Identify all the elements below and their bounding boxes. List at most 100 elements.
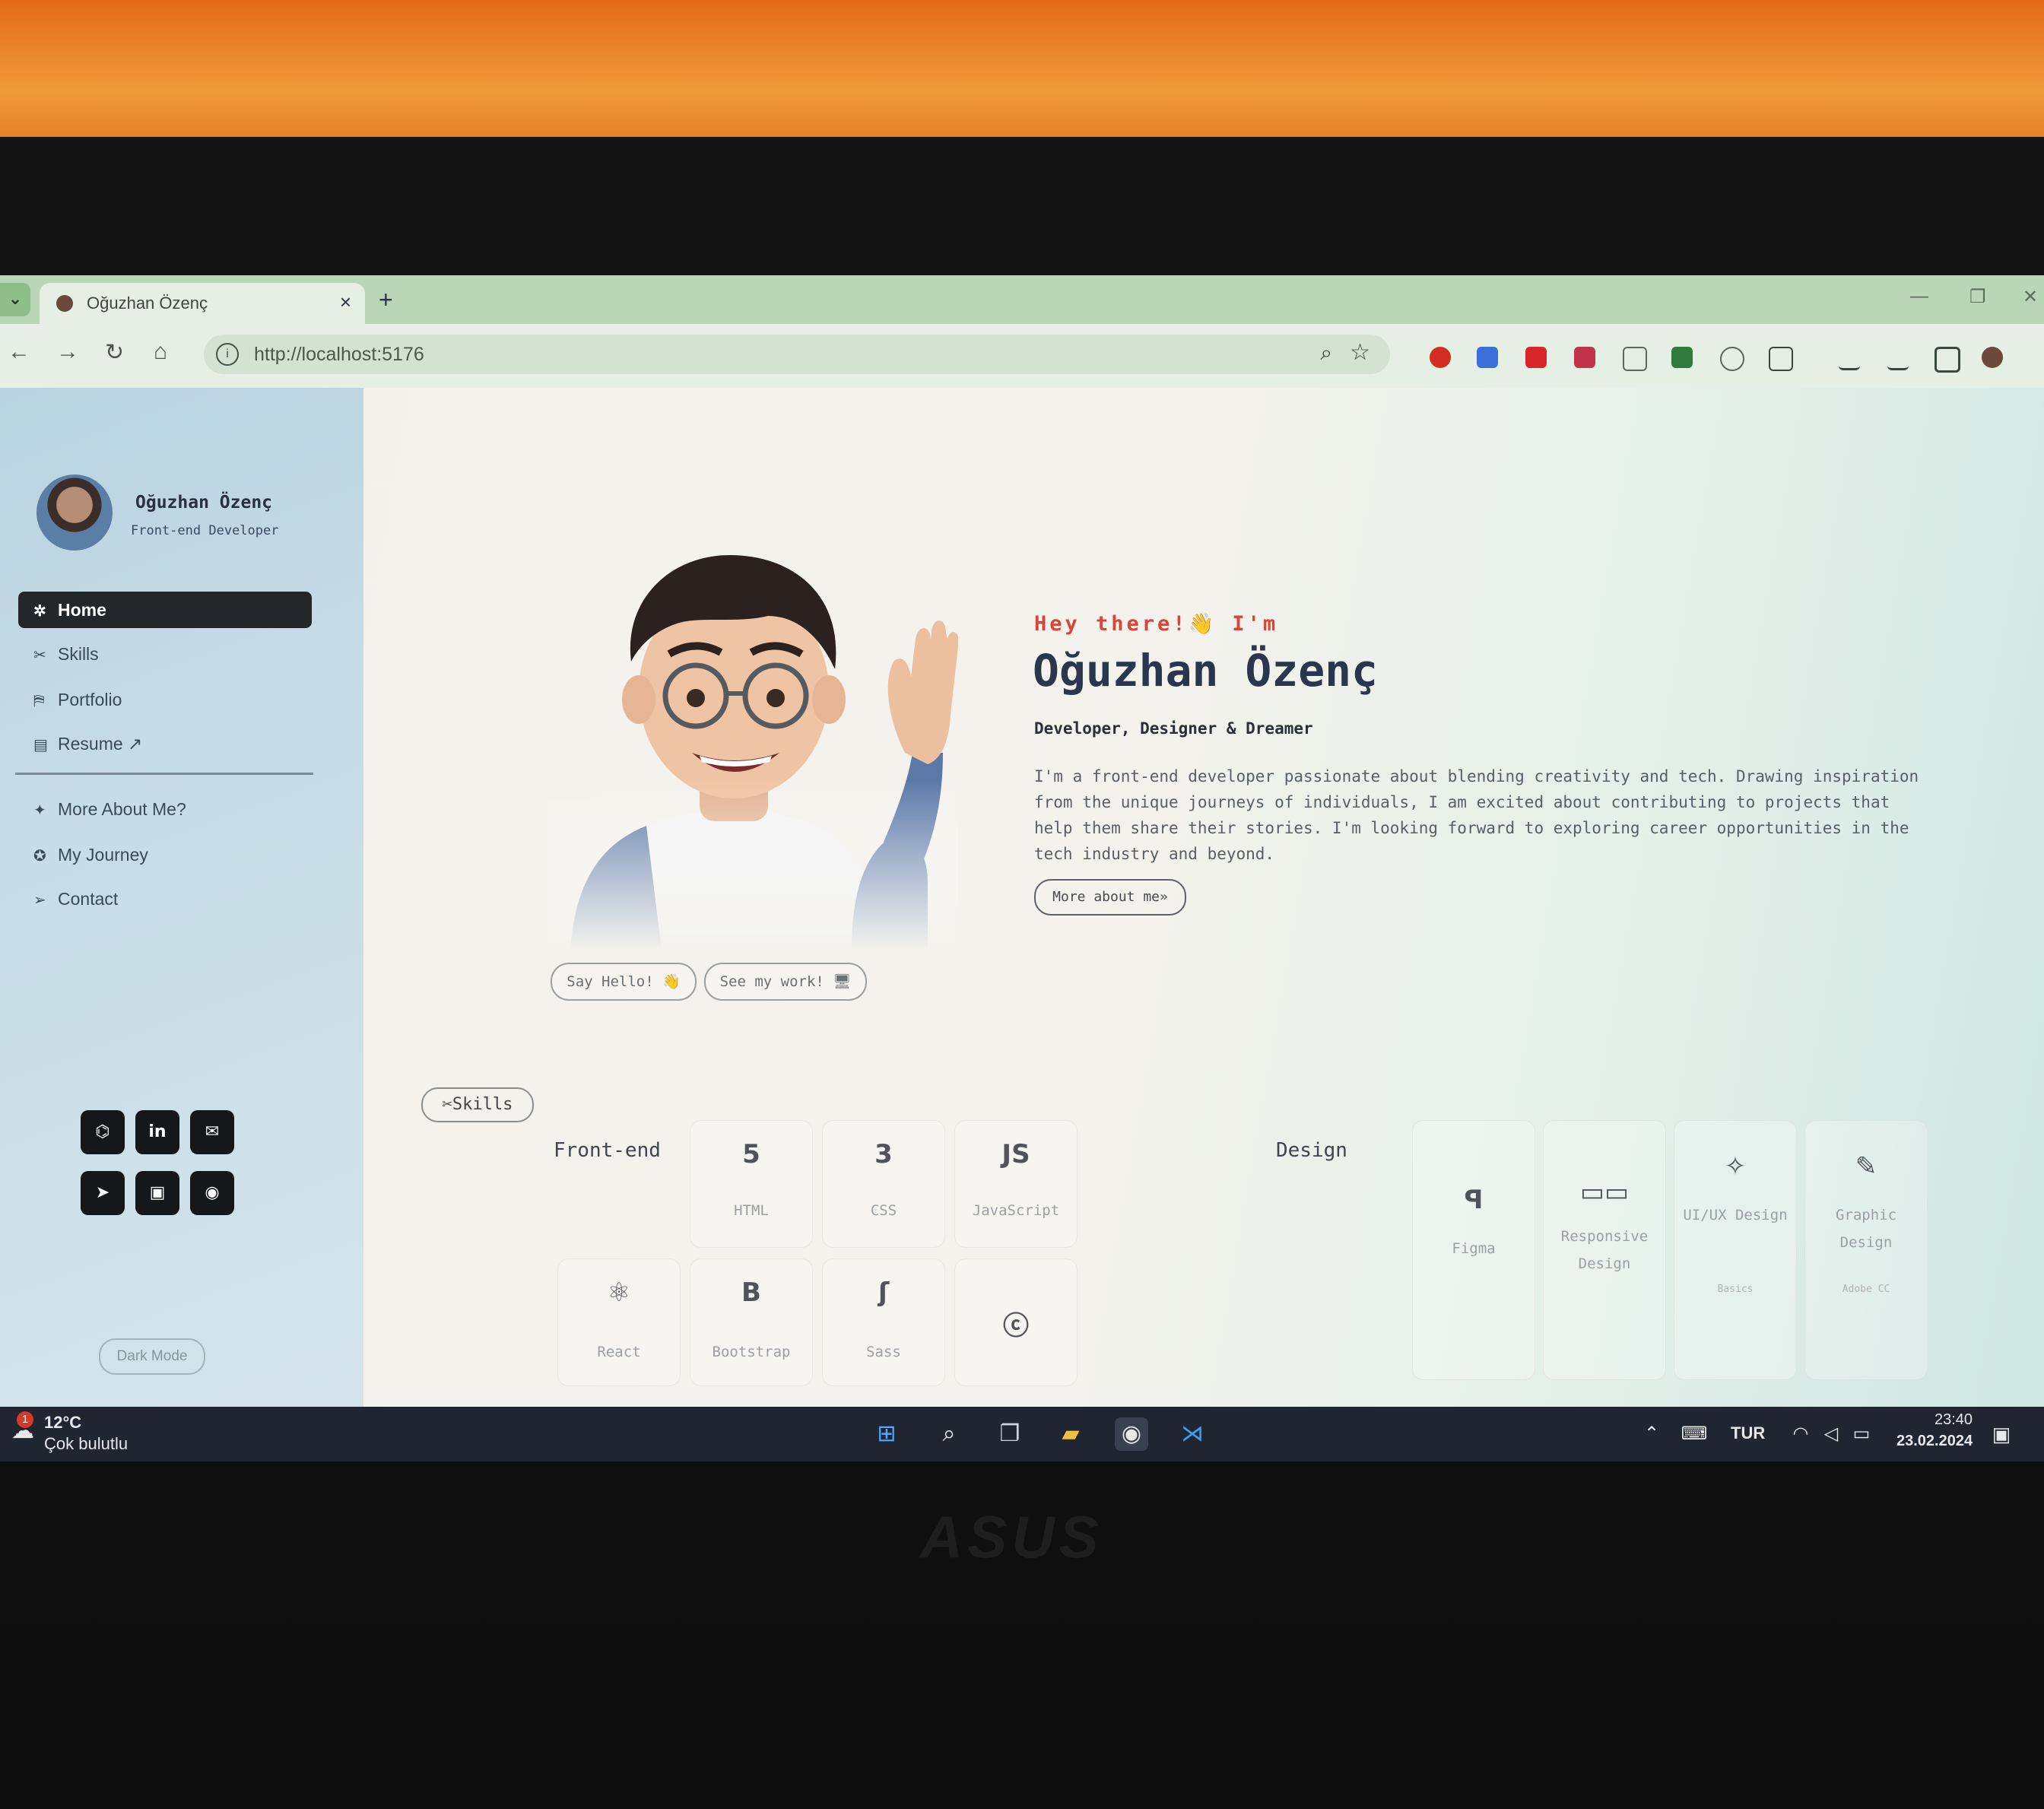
compass-icon: ✪	[33, 848, 46, 865]
laptop-screen: ⌄ Oğuzhan Özenç × + — ❐ ✕ ← → ↻ ⌂ i http…	[0, 275, 2044, 1461]
clock-date[interactable]: 23.02.2024	[1896, 1433, 1973, 1450]
nav-item-contact[interactable]: ➢ Contact	[18, 881, 312, 917]
tab-search-button[interactable]: ⌄	[0, 283, 30, 316]
skill-card-graphic-design[interactable]: ✎ Graphic Design Adobe CC	[1805, 1121, 1927, 1379]
react-icon: ⚛	[607, 1277, 631, 1308]
windows-start-icon[interactable]: ⊞	[870, 1417, 903, 1451]
tools-icon: ✂	[33, 647, 46, 664]
figma-icon: ꟼ	[1464, 1185, 1484, 1215]
opera-extension-icon[interactable]	[1430, 347, 1451, 368]
nav-item-home[interactable]: ✲ Home	[18, 592, 312, 628]
nav-item-resume[interactable]: ▤ Resume ↗	[18, 725, 312, 762]
skill-card-bootstrap[interactable]: B Bootstrap	[690, 1259, 812, 1385]
profile-role: Front-end Developer	[131, 523, 279, 538]
bookmark-star-icon[interactable]: ☆	[1350, 339, 1370, 366]
dark-mode-toggle[interactable]: Dark Mode	[99, 1338, 205, 1375]
design-title: Design	[1276, 1139, 1347, 1162]
tab-close-icon[interactable]: ×	[340, 290, 351, 314]
screenshot-extension-icon[interactable]	[1574, 347, 1595, 368]
skill-card-ui-ux-design[interactable]: ✧ UI/UX Design Basics	[1674, 1121, 1796, 1379]
nav-item-my-journey[interactable]: ✪ My Journey	[18, 836, 312, 873]
circle-extension-icon[interactable]	[1720, 347, 1744, 371]
skill-card-figma[interactable]: ꟼ Figma	[1413, 1121, 1535, 1379]
chat-icon[interactable]: ◉	[190, 1171, 234, 1215]
nav-item-skills[interactable]: ✂ Skills	[18, 636, 312, 672]
css3-icon: 3	[874, 1139, 893, 1170]
document-icon: ▤	[33, 737, 48, 754]
laptop-brand-logo: ASUS	[920, 1503, 1103, 1570]
nav-item-portfolio[interactable]: ⛿ Portfolio	[18, 681, 312, 718]
file-icon[interactable]: ▣	[135, 1171, 179, 1215]
site-info-icon[interactable]: i	[216, 343, 239, 366]
nav-item-more-about-me[interactable]: ✦ More About Me?	[18, 791, 312, 827]
browser-toolbar: ← → ↻ ⌂ i http://localhost:5176 ⌕ ☆	[0, 324, 2044, 388]
camera-extension-icon[interactable]	[1623, 347, 1647, 371]
skill-card-extra[interactable]: ⓒ	[955, 1259, 1077, 1385]
frontend-title: Front-end	[554, 1139, 661, 1162]
download-icon[interactable]	[1887, 347, 1909, 370]
weather-alert-badge: 1	[17, 1411, 33, 1428]
home-icon[interactable]: ⌂	[154, 339, 167, 365]
task-view-icon[interactable]: ❐	[993, 1417, 1027, 1451]
battery-icon[interactable]: ▭	[1845, 1417, 1878, 1451]
telegram-icon[interactable]: ➤	[81, 1171, 125, 1215]
html5-icon: 5	[742, 1139, 760, 1170]
restore-icon[interactable]: ❐	[1969, 286, 1986, 308]
person-icon: ✦	[33, 802, 46, 819]
browser-tab[interactable]: Oğuzhan Özenç ×	[40, 283, 365, 324]
send-icon: ➢	[33, 892, 46, 909]
background-wall	[0, 0, 2044, 152]
sidebar: Oğuzhan Özenç Front-end Developer ✲ Home …	[0, 388, 363, 1407]
minimize-icon[interactable]: —	[1910, 286, 1928, 307]
search-icon[interactable]: ⌕	[932, 1417, 966, 1451]
hero-greeting: Hey there!👋 I'm	[1034, 612, 1279, 636]
linkedin-icon[interactable]: in	[135, 1110, 179, 1154]
sass-icon: ʃ	[878, 1277, 890, 1308]
youtube-extension-icon[interactable]	[1525, 347, 1547, 368]
clock-time[interactable]: 23:40	[1934, 1411, 1973, 1429]
forward-icon[interactable]: →	[56, 339, 79, 365]
browser-tab-bar: ⌄ Oğuzhan Özenç × + — ❐ ✕	[0, 275, 2044, 324]
green-extension-icon[interactable]	[1671, 347, 1693, 368]
wifi-icon[interactable]: ◠	[1784, 1417, 1817, 1451]
close-window-icon[interactable]: ✕	[2023, 286, 2038, 308]
redux-icon: ⓒ	[1003, 1311, 1029, 1341]
bootstrap-icon: B	[741, 1277, 761, 1308]
tab-favicon-icon	[56, 295, 73, 312]
skill-card-responsive-design[interactable]: ▭▭ Responsive Design	[1544, 1121, 1665, 1379]
back-icon[interactable]: ←	[8, 339, 30, 365]
keyboard-icon[interactable]: ⌨	[1677, 1417, 1711, 1451]
profile-name: Oğuzhan Özenç	[135, 493, 273, 513]
skill-card-html[interactable]: 5 HTML	[690, 1121, 812, 1247]
language-indicator[interactable]: TUR	[1731, 1423, 1765, 1443]
javascript-icon: JS	[1001, 1139, 1030, 1170]
github-icon[interactable]: ⌬	[81, 1110, 125, 1154]
profile-avatar	[36, 474, 113, 551]
hero-tagline: Developer, Designer & Dreamer	[1034, 719, 1313, 738]
say-hello-button[interactable]: Say Hello! 👋	[551, 963, 697, 1001]
notification-icon[interactable]: ▣	[1985, 1417, 2018, 1451]
reading-list-icon[interactable]	[1839, 347, 1860, 370]
side-panel-icon[interactable]	[1934, 347, 1960, 373]
address-bar[interactable]: i http://localhost:5176 ⌕ ☆	[204, 335, 1390, 374]
new-tab-button[interactable]: +	[379, 286, 393, 314]
sparkle-icon: ✲	[33, 603, 46, 620]
vscode-icon[interactable]: ⋊	[1176, 1417, 1209, 1451]
profile-avatar-icon[interactable]	[1982, 347, 2003, 368]
portfolio-page: Oğuzhan Özenç Front-end Developer ✲ Home …	[0, 388, 2044, 1407]
mail-icon[interactable]: ✉	[190, 1110, 234, 1154]
zoom-icon[interactable]: ⌕	[1320, 341, 1332, 366]
skill-card-css[interactable]: 3 CSS	[823, 1121, 944, 1247]
puzzle-extensions-icon[interactable]	[1769, 347, 1793, 371]
translate-extension-icon[interactable]	[1477, 347, 1498, 368]
skill-card-javascript[interactable]: JS JavaScript	[955, 1121, 1077, 1247]
reload-icon[interactable]: ↻	[105, 339, 124, 366]
chrome-icon[interactable]: ◉	[1115, 1417, 1148, 1451]
more-about-me-button[interactable]: More about me»	[1034, 879, 1186, 916]
chevron-up-icon[interactable]: ⌃	[1635, 1417, 1668, 1451]
skill-card-sass[interactable]: ʃ Sass	[823, 1259, 944, 1385]
see-my-work-button[interactable]: See my work! 🖥	[704, 963, 867, 1001]
skill-card-react[interactable]: ⚛ React	[558, 1259, 680, 1385]
file-explorer-icon[interactable]: ▰	[1054, 1417, 1087, 1451]
volume-icon[interactable]: ◁	[1814, 1417, 1848, 1451]
